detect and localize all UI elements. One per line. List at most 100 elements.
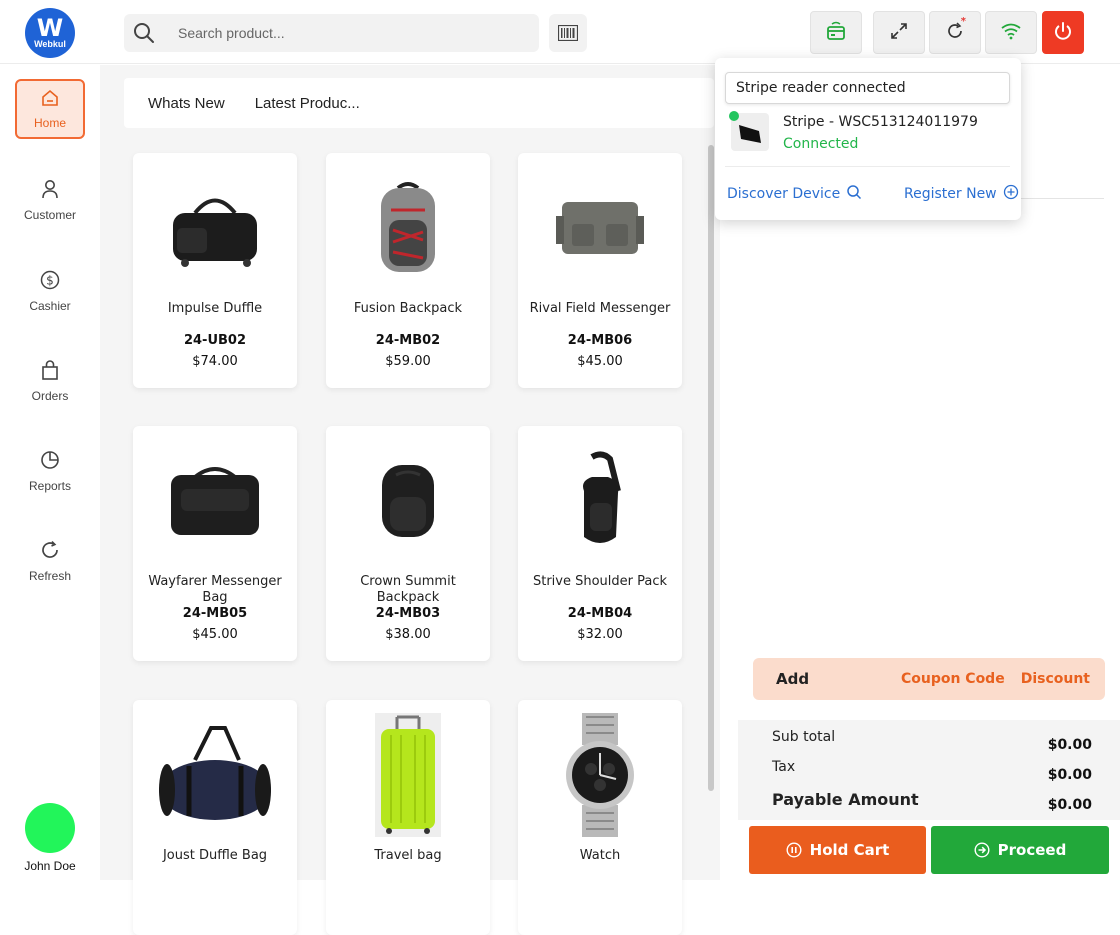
product-image <box>133 720 297 830</box>
card-reader-icon <box>825 20 847 46</box>
sidebar-item-label: Orders <box>31 388 69 403</box>
user-profile[interactable]: John Doe <box>14 803 86 873</box>
product-sku: 24-MB06 <box>567 333 633 348</box>
product-area: Whats New Latest Produc... Impulse Duffl… <box>100 65 720 935</box>
product-card[interactable]: Joust Duffle Bag <box>133 700 297 935</box>
product-price: $45.00 <box>577 354 623 369</box>
fullscreen-button[interactable] <box>873 11 925 54</box>
product-card[interactable]: Fusion Backpack 24-MB02 $59.00 <box>326 153 490 388</box>
payable-value: $0.00 <box>1047 797 1092 813</box>
add-bar: Add Coupon Code Discount <box>753 658 1105 700</box>
payable-label: Payable Amount <box>772 790 919 809</box>
product-name: Rival Field Messenger <box>529 301 671 316</box>
reader-device-name: Stripe - WSC513124011979 <box>783 114 978 130</box>
product-image <box>133 446 297 556</box>
logo-text: Webkul <box>34 39 66 49</box>
product-card[interactable]: Wayfarer Messenger Bag 24-MB05 $45.00 <box>133 426 297 661</box>
product-card[interactable]: Travel bag <box>326 700 490 935</box>
product-card[interactable]: Strive Shoulder Pack 24-MB04 $32.00 <box>518 426 682 661</box>
register-new-link[interactable]: Register New <box>904 184 1019 204</box>
search-box <box>124 14 539 52</box>
sidebar-item-label: Reports <box>28 478 72 493</box>
proceed-button[interactable]: Proceed <box>931 826 1109 874</box>
product-name: Wayfarer Messenger Bag <box>148 574 282 605</box>
sidebar-item-label: Cashier <box>29 298 71 313</box>
popover-heading: Stripe reader connected <box>725 72 1010 104</box>
category-tabs: Whats New Latest Produc... <box>124 78 714 128</box>
sidebar-item-label: Customer <box>23 207 76 222</box>
webkul-logo[interactable]: W Webkul <box>25 8 75 58</box>
totals-section: Sub total $0.00 Tax $0.00 Payable Amount… <box>738 720 1120 820</box>
scrollbar[interactable] <box>708 145 714 791</box>
search-icon[interactable] <box>124 22 164 44</box>
product-name: Strive Shoulder Pack <box>532 574 668 589</box>
reader-status: Connected <box>783 136 859 152</box>
connected-indicator <box>729 111 739 121</box>
sidebar-item-reports[interactable]: Reports <box>15 441 85 501</box>
product-image <box>326 713 490 837</box>
product-sku: 24-MB04 <box>567 606 633 621</box>
subtotal-label: Sub total <box>772 729 836 745</box>
user-name: John Doe <box>24 859 76 873</box>
logo-letter: W <box>36 14 64 42</box>
search-icon <box>840 184 862 204</box>
search-input[interactable] <box>178 25 508 41</box>
avatar[interactable] <box>25 803 75 853</box>
product-price: $59.00 <box>385 354 431 369</box>
divider <box>725 166 1010 167</box>
product-card[interactable]: Impulse Duffle 24-UB02 $74.00 <box>133 153 297 388</box>
fullscreen-icon <box>890 22 908 44</box>
dollar-icon: $ <box>40 270 60 293</box>
sync-button[interactable]: * <box>929 11 981 54</box>
product-image <box>326 446 490 556</box>
product-sku: 24-MB02 <box>375 333 441 348</box>
bag-icon <box>41 359 59 383</box>
sidebar-item-customer[interactable]: Customer <box>15 170 85 230</box>
product-name: Joust Duffle Bag <box>162 848 268 863</box>
power-button[interactable] <box>1042 11 1084 54</box>
sidebar: Home Customer $ Cashier Orders Reports R… <box>0 65 100 880</box>
discover-device-link[interactable]: Discover Device <box>727 184 862 204</box>
proceed-label: Proceed <box>997 841 1067 859</box>
sidebar-item-home[interactable]: Home <box>15 79 85 139</box>
discover-device-label: Discover Device <box>727 186 841 202</box>
power-icon <box>1053 21 1073 45</box>
product-card[interactable]: Rival Field Messenger 24-MB06 $45.00 <box>518 153 682 388</box>
product-image <box>518 446 682 556</box>
pause-icon <box>786 842 802 858</box>
svg-text:$: $ <box>46 273 54 287</box>
product-name: Travel bag <box>374 848 442 863</box>
product-image <box>133 173 297 283</box>
discount-button[interactable]: Discount <box>1021 671 1090 687</box>
network-status-button[interactable] <box>985 11 1037 54</box>
product-card[interactable]: Crown Summit Backpack 24-MB03 $38.00 <box>326 426 490 661</box>
tab-latest-products[interactable]: Latest Produc... <box>255 95 360 112</box>
product-image <box>518 713 682 837</box>
product-name: Impulse Duffle <box>167 301 263 316</box>
arrow-right-circle-icon <box>974 842 990 858</box>
sidebar-item-refresh[interactable]: Refresh <box>15 531 85 591</box>
sync-alert-indicator: * <box>960 16 966 27</box>
product-name: Crown Summit Backpack <box>360 574 456 605</box>
hold-cart-label: Hold Cart <box>809 841 890 859</box>
product-card[interactable]: Watch <box>518 700 682 935</box>
coupon-code-button[interactable]: Coupon Code <box>901 671 1005 687</box>
product-price: $38.00 <box>385 627 431 642</box>
sidebar-item-label: Home <box>33 115 66 130</box>
refresh-icon <box>40 540 60 563</box>
subtotal-value: $0.00 <box>1047 737 1092 753</box>
barcode-icon[interactable] <box>549 14 587 52</box>
wifi-icon <box>1000 22 1022 44</box>
sidebar-item-cashier[interactable]: $ Cashier <box>15 261 85 321</box>
plus-circle-icon <box>997 184 1019 204</box>
hold-cart-button[interactable]: Hold Cart <box>749 826 926 874</box>
product-price: $32.00 <box>577 627 623 642</box>
product-price: $45.00 <box>192 627 238 642</box>
tab-whats-new[interactable]: Whats New <box>148 95 225 112</box>
sidebar-item-orders[interactable]: Orders <box>15 351 85 411</box>
top-bar: W Webkul * <box>0 0 1120 64</box>
card-reader-image <box>729 111 769 151</box>
product-image <box>518 173 682 283</box>
product-price: $74.00 <box>192 354 238 369</box>
card-reader-button[interactable] <box>810 11 862 54</box>
